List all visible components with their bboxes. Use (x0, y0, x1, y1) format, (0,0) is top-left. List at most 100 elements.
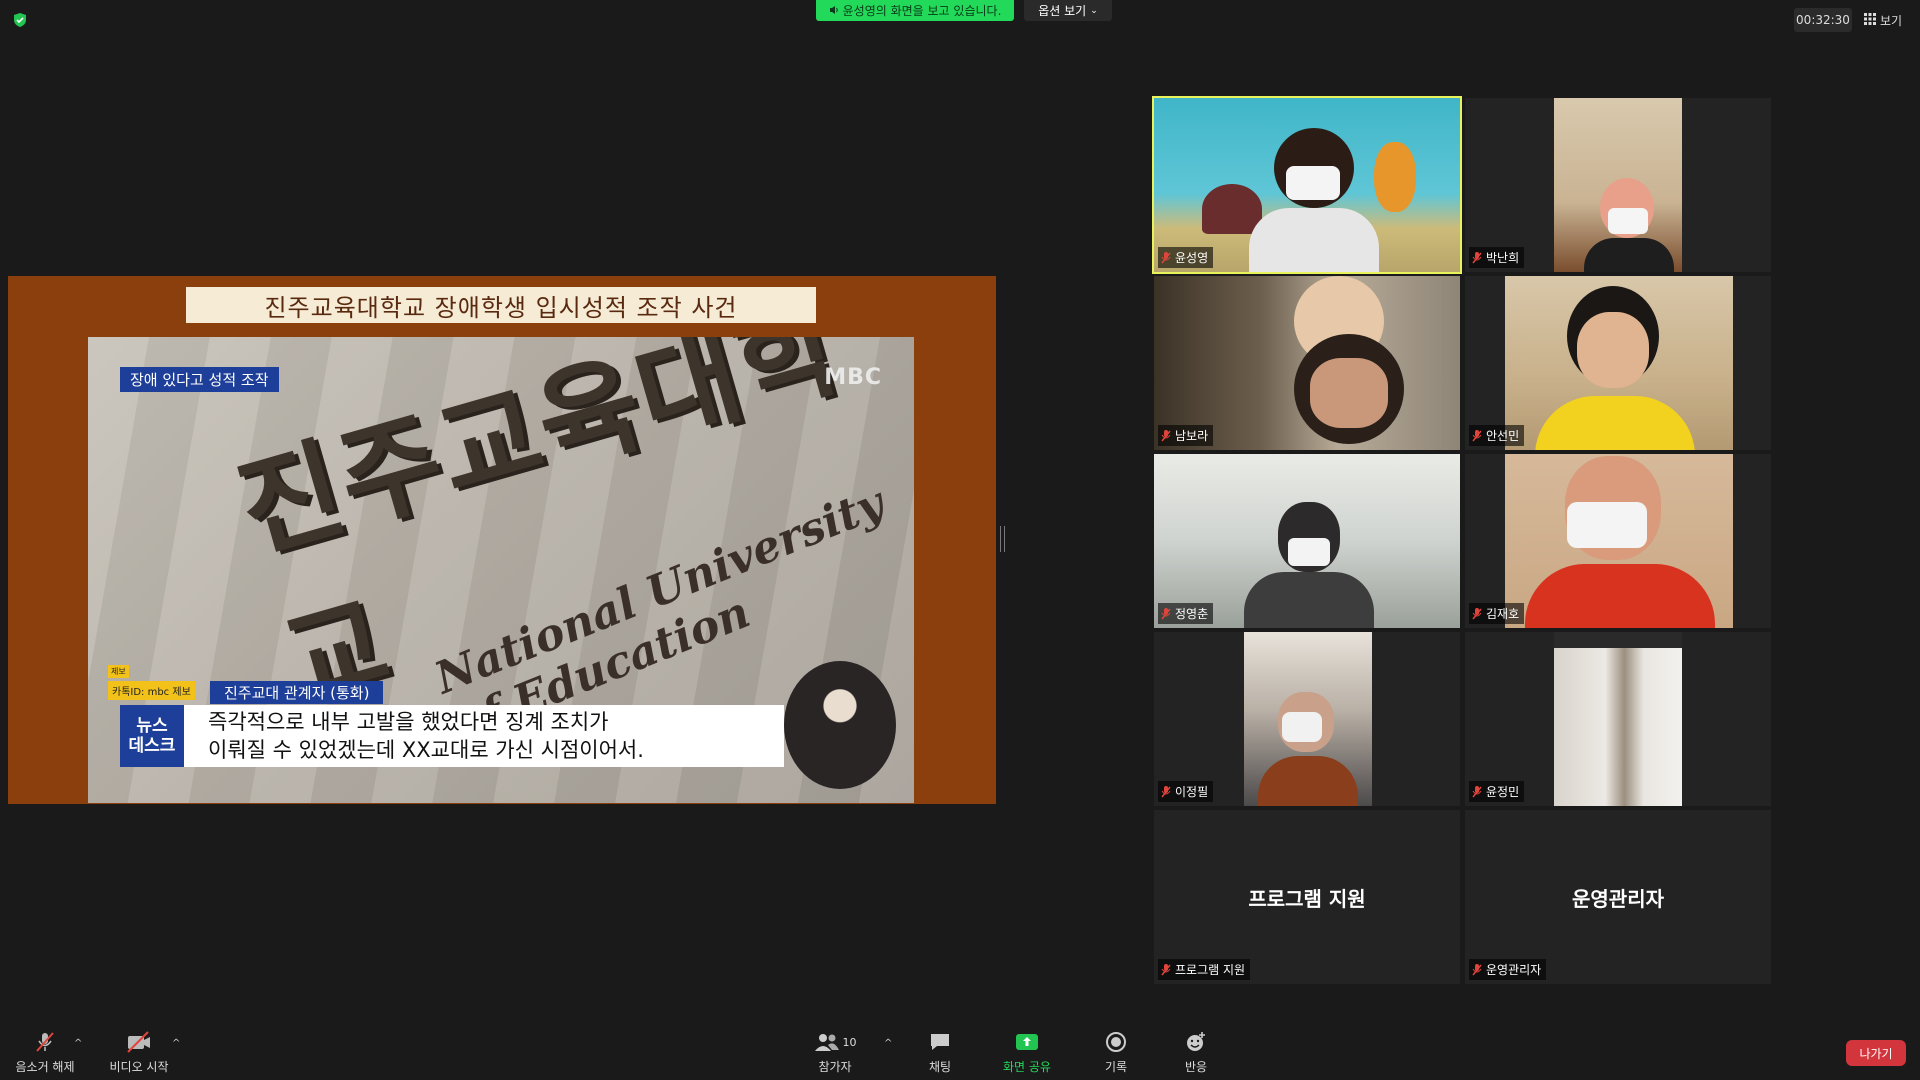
caption-line-2: 이뤄질 수 있었겠는데 XX교대로 가신 시점이어서. (208, 738, 644, 762)
participant-name: 안선민 (1486, 429, 1520, 443)
chat-bubble-icon (929, 1030, 951, 1054)
pineapple-house (1374, 142, 1416, 212)
mic-muted-icon (1161, 785, 1171, 798)
participant-name-tag: 안선민 (1469, 425, 1525, 446)
view-layout-button[interactable]: 보기 (1864, 8, 1912, 32)
participant-name-tag: 박난희 (1469, 247, 1525, 268)
participant-name: 윤정민 (1486, 785, 1520, 799)
participant-tile[interactable]: 안선민 (1465, 276, 1771, 450)
viewing-screen-text: 윤성영의 화면을 보고 있습니다. (842, 4, 1002, 18)
mic-muted-icon (1472, 785, 1482, 798)
participant-tile[interactable]: 박난희 (1465, 98, 1771, 272)
person-face (1310, 358, 1388, 428)
news-lower-third: 제보 카톡ID: mbc 제보 진주교대 관계자 (통화) 뉴스 데스크 즉각적으… (108, 665, 800, 771)
person-shoulders (1584, 238, 1674, 272)
view-options-button[interactable]: 옵션 보기 ⌄ (1024, 0, 1112, 21)
leave-button[interactable]: 나가기 (1846, 1040, 1906, 1066)
participant-name-tag: 윤정민 (1469, 781, 1525, 802)
person-jacket (1258, 756, 1358, 806)
meeting-timer: 00:32:30 (1794, 8, 1852, 32)
participant-video (1554, 632, 1682, 806)
speaker-icon (829, 4, 839, 18)
mic-muted-icon (1161, 251, 1171, 264)
source-label: 카톡ID: mbc 제보 (108, 681, 195, 700)
mic-muted-icon (1161, 963, 1171, 976)
unmute-button[interactable]: 음소거 해제 (10, 1030, 80, 1076)
participant-tile[interactable]: 프로그램 지원 프로그램 지원 (1154, 810, 1460, 984)
slide-title: 진주교육대학교 장애학생 입시성적 조작 사건 (186, 287, 816, 323)
speaker-label: 진주교대 관계자 (통화) (210, 681, 384, 704)
mic-muted-icon (1472, 607, 1482, 620)
participant-name: 남보라 (1175, 429, 1209, 443)
mic-muted-icon (1472, 251, 1482, 264)
participant-tile[interactable]: 윤성영 (1152, 96, 1462, 274)
person-face (1577, 312, 1649, 388)
newsdesk-logo: 뉴스 데스크 (120, 705, 184, 767)
share-screen-icon (1015, 1030, 1039, 1054)
mic-muted-icon (1472, 429, 1482, 442)
participant-display-name: 프로그램 지원 (1248, 886, 1366, 911)
chat-label: 채팅 (928, 1060, 952, 1074)
person-jacket (1525, 564, 1715, 628)
share-screen-label: 화면 공유 (1003, 1060, 1051, 1074)
reactions-label: 반응 (1184, 1060, 1208, 1074)
news-video-frame: 진주교육대학교 National University of Education… (88, 337, 914, 803)
ceiling-rail (1554, 632, 1682, 648)
broadcaster-logo: MBC (824, 365, 882, 390)
participants-button[interactable]: 10 참가자 (808, 1030, 862, 1076)
person-shoulders (1244, 572, 1374, 628)
participants-icon: 10 (814, 1030, 857, 1054)
shared-screen: 진주교육대학교 장애학생 입시성적 조작 사건 진주교육대학교 National… (8, 276, 996, 804)
view-options-label: 옵션 보기 (1038, 4, 1087, 18)
sign-language-interpreter (784, 661, 896, 789)
newsdesk-logo-line1: 뉴스 (136, 716, 168, 736)
chat-button[interactable]: 채팅 (916, 1030, 964, 1076)
participant-name: 김재호 (1486, 607, 1520, 621)
participant-tile[interactable]: 이정필 (1154, 632, 1460, 806)
participant-name-tag: 정영춘 (1158, 603, 1214, 624)
grid-icon (1864, 12, 1876, 28)
participant-video (1244, 632, 1372, 806)
person-shoulders (1249, 208, 1379, 272)
participant-name-tag: 프로그램 지원 (1158, 959, 1251, 980)
share-screen-button[interactable]: 화면 공유 (996, 1030, 1058, 1076)
splitter-handle[interactable] (1000, 526, 1005, 552)
participant-name-tag: 김재호 (1469, 603, 1525, 624)
view-layout-label: 보기 (1880, 13, 1903, 28)
person-shirt (1535, 396, 1695, 450)
security-shield-icon[interactable] (12, 12, 28, 28)
participant-tile[interactable]: 윤정민 (1465, 632, 1771, 806)
participants-options-caret-icon[interactable]: ^ (884, 1038, 892, 1049)
participant-name: 운영관리자 (1486, 963, 1542, 977)
video-options-caret-icon[interactable]: ^ (172, 1038, 180, 1049)
mic-muted-icon (1161, 429, 1171, 442)
caption-line-1: 즉각적으로 내부 고발을 했었다면 징계 조치가 (208, 710, 609, 734)
participant-name-tag: 윤성영 (1158, 247, 1214, 268)
participant-name: 프로그램 지원 (1175, 963, 1246, 977)
record-label: 기록 (1104, 1060, 1128, 1074)
chevron-down-icon: ⌄ (1090, 5, 1098, 16)
participants-label: 참가자 (818, 1060, 852, 1074)
start-video-button[interactable]: 비디오 시작 (104, 1030, 174, 1076)
viewing-screen-banner: 윤성영의 화면을 보고 있습니다. (816, 0, 1014, 21)
mic-muted-icon (1472, 963, 1482, 976)
participant-video (1154, 98, 1460, 272)
unmute-label: 음소거 해제 (15, 1060, 75, 1074)
news-caption: 즉각적으로 내부 고발을 했었다면 징계 조치가 이뤄질 수 있었겠는데 XX교… (184, 705, 784, 767)
record-button[interactable]: 기록 (1092, 1030, 1140, 1076)
audio-options-caret-icon[interactable]: ^ (74, 1038, 82, 1049)
participant-tile[interactable]: 남보라 (1154, 276, 1460, 450)
face-mask (1286, 166, 1340, 200)
participant-name-tag: 운영관리자 (1469, 959, 1547, 980)
participants-count: 10 (842, 1035, 857, 1049)
participant-tile[interactable]: 정영춘 (1154, 454, 1460, 628)
mic-muted-icon (33, 1030, 57, 1054)
participant-tile[interactable]: 김재호 (1465, 454, 1771, 628)
participant-name: 이정필 (1175, 785, 1209, 799)
newsdesk-logo-line2: 데스크 (128, 736, 176, 756)
background-rock (1202, 184, 1262, 234)
mic-muted-icon (1161, 607, 1171, 620)
participant-display-name: 운영관리자 (1572, 886, 1664, 911)
reactions-button[interactable]: 반응 (1172, 1030, 1220, 1076)
participant-tile[interactable]: 운영관리자 운영관리자 (1465, 810, 1771, 984)
